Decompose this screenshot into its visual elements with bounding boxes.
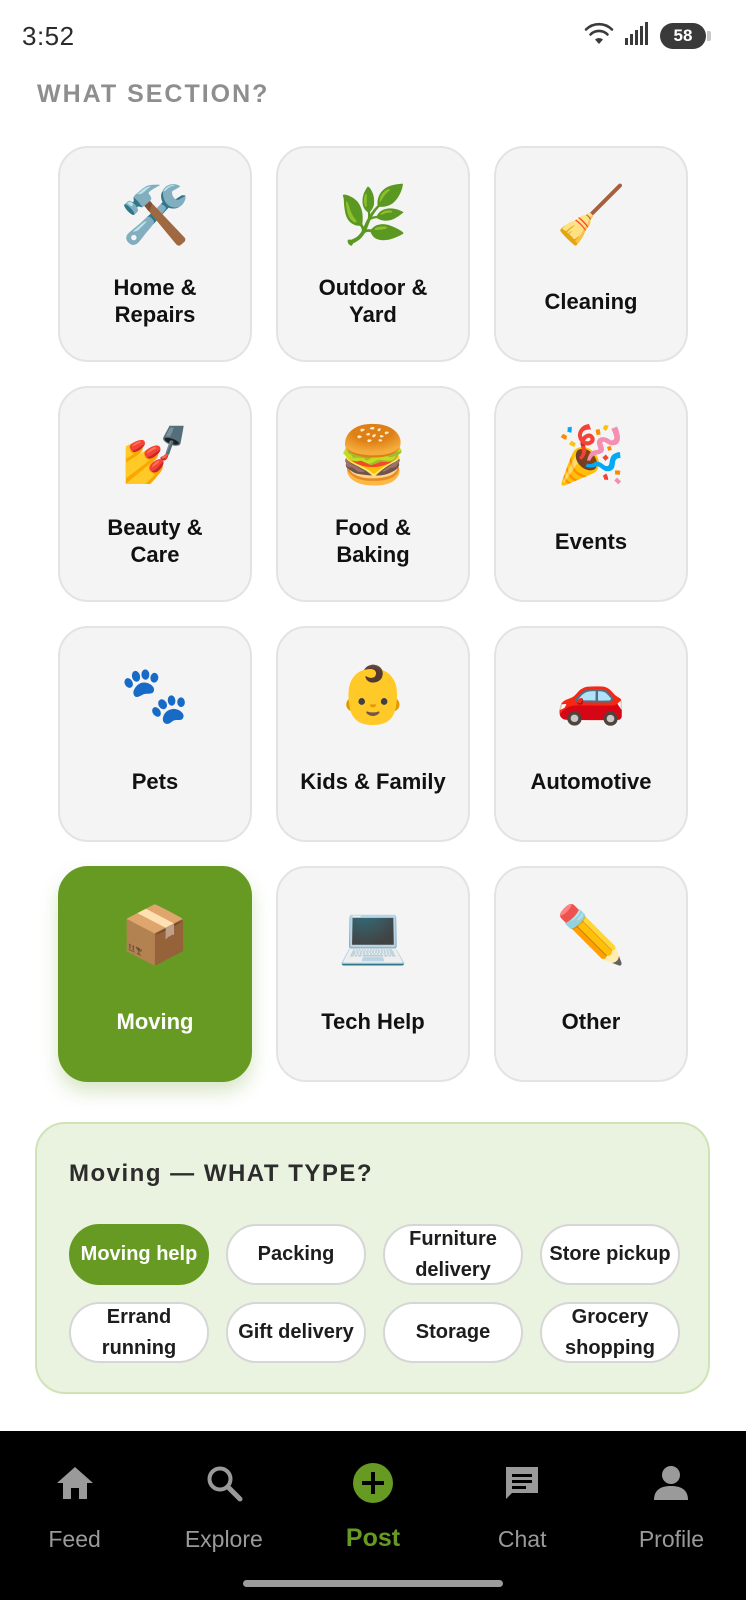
search-icon <box>202 1461 246 1505</box>
type-chip-gift-delivery[interactable]: Gift delivery <box>226 1302 366 1363</box>
category-label: Kids & Family <box>300 768 446 794</box>
nav-item-explore[interactable]: Explore <box>149 1431 298 1600</box>
type-panel-title: Moving — WHAT TYPE? <box>69 1160 374 1187</box>
category-tile-beauty-care[interactable]: 💅 Beauty & Care <box>58 386 252 602</box>
category-label: Events <box>554 528 628 554</box>
nav-label: Explore <box>184 1526 263 1552</box>
party-popper-icon: 🎉 <box>556 423 626 486</box>
type-chip-moving-help[interactable]: Moving help <box>69 1224 209 1285</box>
bottom-nav: Feed Explore Post Chat Profile <box>0 1431 746 1600</box>
category-label: Pets <box>131 768 179 794</box>
status-icons: 58 <box>584 21 711 51</box>
nav-item-post[interactable]: Post <box>298 1431 447 1600</box>
pencil-icon: ✏️ <box>556 903 626 966</box>
status-bar: 3:52 58 <box>0 0 746 72</box>
nav-label: Feed <box>48 1526 101 1552</box>
type-chip-errand-running[interactable]: Errand running <box>69 1302 209 1363</box>
home-icon <box>53 1461 97 1505</box>
battery-indicator: 58 <box>660 23 711 49</box>
laptop-icon: 💻 <box>338 903 408 966</box>
type-panel: Moving — WHAT TYPE? Moving help Packing … <box>35 1122 710 1394</box>
nav-item-feed[interactable]: Feed <box>0 1431 149 1600</box>
person-icon <box>649 1461 693 1505</box>
category-label: Other <box>561 1008 621 1034</box>
type-chip-packing[interactable]: Packing <box>226 1224 366 1285</box>
category-tile-moving[interactable]: 📦 Moving <box>58 866 252 1082</box>
category-tile-other[interactable]: ✏️ Other <box>494 866 688 1082</box>
category-tile-kids-family[interactable]: 👶 Kids & Family <box>276 626 470 842</box>
nav-label: Profile <box>638 1526 705 1552</box>
category-label: Moving <box>116 1008 194 1034</box>
category-tile-outdoor-yard[interactable]: 🌿 Outdoor & Yard <box>276 146 470 362</box>
package-icon: 📦 <box>120 903 190 966</box>
herb-icon: 🌿 <box>338 183 408 246</box>
type-chip-furniture-delivery[interactable]: Furniture delivery <box>383 1224 523 1285</box>
type-chip-storage[interactable]: Storage <box>383 1302 523 1363</box>
section-heading: WHAT SECTION? <box>37 80 270 108</box>
category-tile-pets[interactable]: 🐾 Pets <box>58 626 252 842</box>
home-indicator <box>243 1580 503 1587</box>
status-time: 3:52 <box>22 20 75 51</box>
type-chip-store-pickup[interactable]: Store pickup <box>540 1224 680 1285</box>
nav-label: Chat <box>497 1526 547 1552</box>
type-chip-list: Moving help Packing Furniture delivery S… <box>69 1224 681 1363</box>
nav-item-profile[interactable]: Profile <box>597 1431 746 1600</box>
category-label: Automotive <box>530 768 652 794</box>
category-tile-cleaning[interactable]: 🧹 Cleaning <box>494 146 688 362</box>
category-tile-automotive[interactable]: 🚗 Automotive <box>494 626 688 842</box>
category-label: Outdoor & Yard <box>318 275 428 327</box>
hammer-wrench-icon: 🛠️ <box>120 183 190 246</box>
broom-icon: 🧹 <box>556 183 626 246</box>
paw-prints-icon: 🐾 <box>120 663 190 726</box>
add-circle-icon <box>351 1461 395 1505</box>
category-tile-food-baking[interactable]: 🍔 Food & Baking <box>276 386 470 602</box>
category-label: Tech Help <box>321 1008 425 1034</box>
nav-label: Post <box>345 1524 401 1552</box>
category-grid: 🛠️ Home & Repairs 🌿 Outdoor & Yard 🧹 Cle… <box>58 146 690 1082</box>
category-tile-home-repairs[interactable]: 🛠️ Home & Repairs <box>58 146 252 362</box>
nav-item-chat[interactable]: Chat <box>448 1431 597 1600</box>
category-label: Home & Repairs <box>113 275 197 327</box>
category-tile-events[interactable]: 🎉 Events <box>494 386 688 602</box>
category-label: Cleaning <box>544 288 638 314</box>
baby-icon: 👶 <box>338 663 408 726</box>
category-label: Food & Baking <box>335 515 411 567</box>
nail-polish-icon: 💅 <box>120 423 190 486</box>
category-label: Beauty & Care <box>107 515 203 567</box>
car-icon: 🚗 <box>556 663 626 726</box>
signal-icon <box>624 21 650 51</box>
type-chip-grocery-shopping[interactable]: Grocery shopping <box>540 1302 680 1363</box>
category-tile-tech-help[interactable]: 💻 Tech Help <box>276 866 470 1082</box>
wifi-icon <box>584 22 614 51</box>
burger-icon: 🍔 <box>338 423 408 486</box>
chat-icon <box>500 1461 544 1505</box>
